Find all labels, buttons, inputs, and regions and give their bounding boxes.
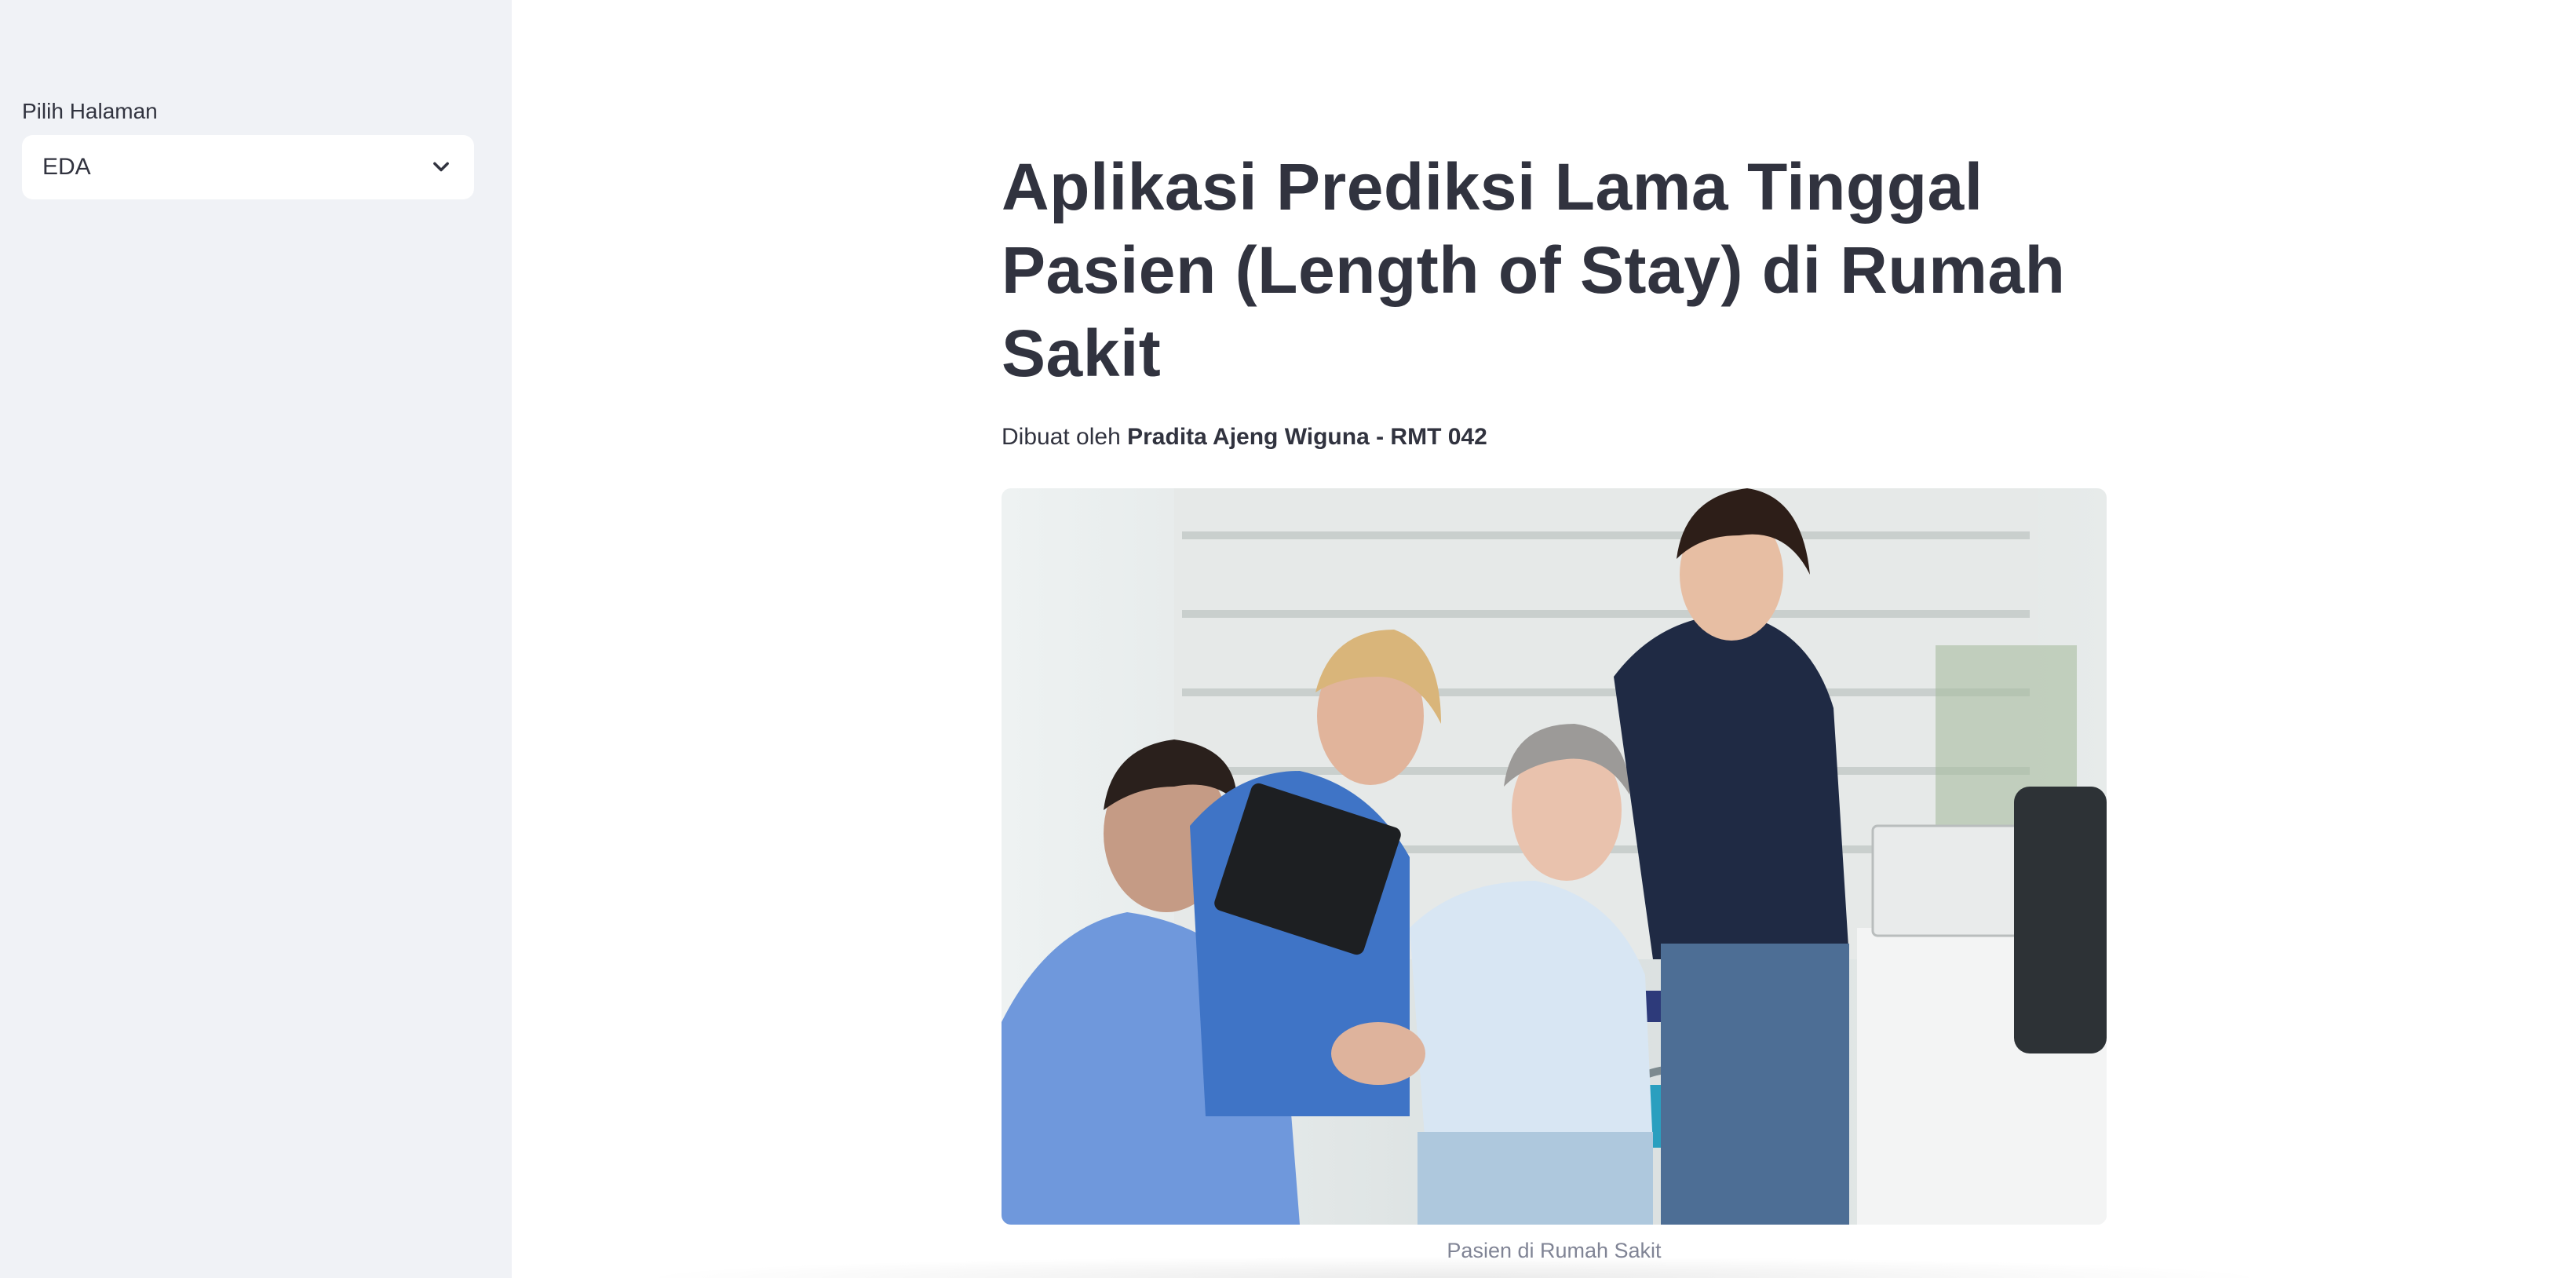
byline-prefix: Dibuat oleh xyxy=(1002,424,1121,450)
byline-author: Pradita Ajeng Wiguna - RMT 042 xyxy=(1127,424,1487,450)
byline: Dibuat oleh Pradita Ajeng Wiguna - RMT 0… xyxy=(1002,422,2107,453)
page-title: Aplikasi Prediksi Lama Tinggal Pasien (L… xyxy=(1002,150,2066,390)
main-content: Aplikasi Prediksi Lama Tinggal Pasien (L… xyxy=(512,0,2576,1278)
sidebar: Pilih Halaman EDA xyxy=(0,0,512,1278)
content-column: Aplikasi Prediksi Lama Tinggal Pasien (L… xyxy=(1002,145,2107,1262)
page-select-value: EDA xyxy=(42,154,91,180)
bottom-shadow xyxy=(629,1256,2278,1278)
app-root: Pilih Halaman EDA Aplikasi Prediksi Lama… xyxy=(0,0,2576,1278)
page-select[interactable]: EDA xyxy=(22,135,474,199)
chevron-down-icon xyxy=(433,162,449,172)
page-select-label: Pilih Halaman xyxy=(22,99,158,123)
hero-image xyxy=(1002,488,2107,1225)
